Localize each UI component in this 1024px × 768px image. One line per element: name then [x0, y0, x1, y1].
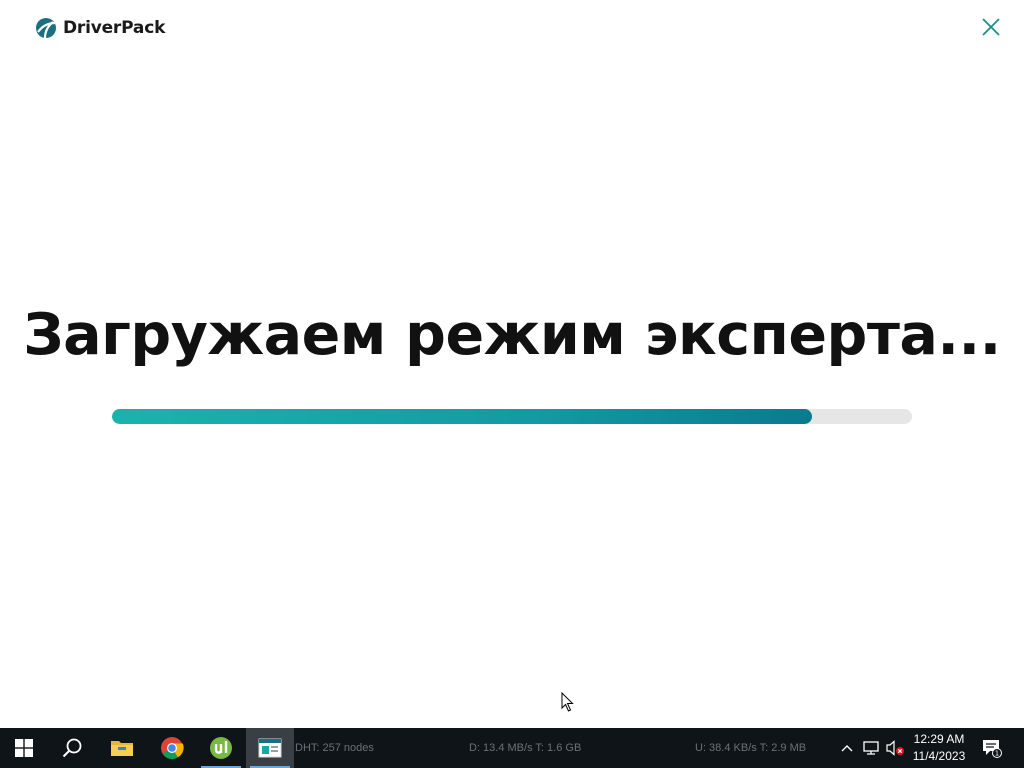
clock-time: 12:29 AM	[913, 732, 965, 746]
notification-icon: 1	[983, 740, 1002, 758]
download-status: D: 13.4 MB/s T: 1.6 GB	[469, 742, 582, 754]
system-clock[interactable]: 12:29 AM 11/4/2023	[905, 731, 973, 765]
utorrent-button[interactable]	[197, 728, 245, 768]
file-explorer-button[interactable]	[98, 728, 146, 768]
network-button[interactable]	[860, 728, 882, 768]
driverpack-window: DriverPack Загружаем режим эксперта...	[0, 0, 1024, 728]
clock-date: 11/4/2023	[912, 749, 966, 763]
dht-status: DHT: 257 nodes	[295, 742, 374, 754]
start-button[interactable]	[0, 728, 48, 768]
taskbar: DHT: 257 nodes D: 13.4 MB/s T: 1.6 GB U:…	[0, 728, 1024, 768]
search-button[interactable]	[48, 728, 96, 768]
brand-name: DriverPack	[63, 18, 166, 38]
utorrent-icon	[210, 737, 232, 759]
network-icon	[863, 741, 879, 755]
active-app-button[interactable]	[246, 728, 294, 768]
file-explorer-icon	[111, 741, 133, 756]
loading-progress-fill	[112, 409, 812, 424]
mouse-cursor-icon	[561, 692, 574, 712]
windows-start-icon	[15, 739, 33, 757]
chevron-up-icon	[841, 745, 853, 752]
upload-status: U: 38.4 KB/s T: 2.9 MB	[695, 742, 807, 754]
close-button[interactable]	[979, 15, 1003, 39]
brand-logo: DriverPack	[35, 17, 165, 39]
show-hidden-icons-button[interactable]	[836, 728, 858, 768]
chrome-button[interactable]	[148, 728, 196, 768]
app-window-icon	[258, 738, 282, 758]
loading-headline: Загружаем режим эксперта...	[23, 302, 1001, 368]
notification-count: 1	[995, 750, 999, 758]
search-icon	[62, 738, 82, 758]
loading-progress-bar	[112, 409, 912, 424]
volume-muted-icon	[886, 740, 904, 756]
driverpack-logo-icon	[36, 18, 56, 39]
chrome-icon	[161, 737, 184, 760]
action-center-button[interactable]: 1	[980, 728, 1004, 768]
volume-button[interactable]	[884, 728, 906, 768]
close-icon	[982, 18, 1000, 36]
